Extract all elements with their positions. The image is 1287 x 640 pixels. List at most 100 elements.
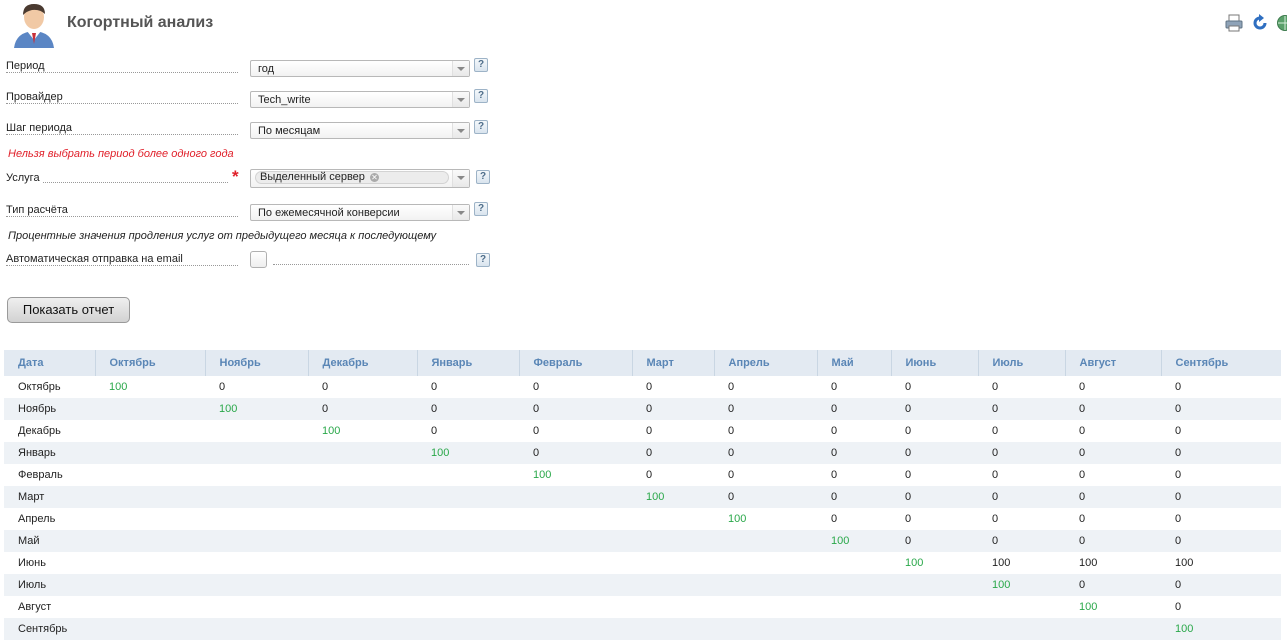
- row-date-cell: Сентябрь: [4, 618, 95, 640]
- column-header[interactable]: Сентябрь: [1161, 350, 1281, 376]
- table-cell: [417, 574, 519, 596]
- table-cell: [95, 552, 205, 574]
- table-cell: 100: [1065, 596, 1161, 618]
- service-tag: Выделенный сервер ✕: [255, 171, 449, 184]
- table-cell: 0: [978, 398, 1065, 420]
- table-cell: 0: [714, 398, 817, 420]
- table-cell: [205, 618, 308, 640]
- column-header[interactable]: Декабрь: [308, 350, 417, 376]
- column-header[interactable]: Дата: [4, 350, 95, 376]
- table-row: Август1000: [4, 596, 1281, 618]
- calc-type-row: Тип расчёта По ежемесячной конверсии ?: [0, 204, 500, 226]
- column-header[interactable]: Июль: [978, 350, 1065, 376]
- table-cell: 0: [205, 376, 308, 398]
- calc-type-select[interactable]: По ежемесячной конверсии: [250, 204, 470, 221]
- table-cell: 100: [978, 552, 1065, 574]
- table-cell: 0: [817, 376, 891, 398]
- help-icon[interactable]: ?: [474, 202, 488, 216]
- column-header[interactable]: Август: [1065, 350, 1161, 376]
- table-cell: 0: [1065, 464, 1161, 486]
- table-cell: 0: [519, 376, 632, 398]
- table-cell: [308, 596, 417, 618]
- chevron-down-icon[interactable]: [452, 92, 469, 107]
- table-cell: [308, 552, 417, 574]
- table-cell: [417, 464, 519, 486]
- table-cell: 0: [1161, 486, 1281, 508]
- refresh-icon[interactable]: [1251, 14, 1269, 32]
- table-cell: 0: [1065, 420, 1161, 442]
- table-cell: 0: [978, 508, 1065, 530]
- table-cell: [817, 552, 891, 574]
- table-cell: 0: [817, 486, 891, 508]
- column-header[interactable]: Ноябрь: [205, 350, 308, 376]
- table-cell: 0: [817, 464, 891, 486]
- show-report-button[interactable]: Показать отчет: [7, 297, 130, 323]
- row-date-cell: Декабрь: [4, 420, 95, 442]
- column-header[interactable]: Май: [817, 350, 891, 376]
- calc-type-select-value: По ежемесячной конверсии: [258, 207, 400, 219]
- column-header[interactable]: Июнь: [891, 350, 978, 376]
- period-select[interactable]: год: [250, 60, 470, 77]
- table-cell: [519, 530, 632, 552]
- row-date-cell: Февраль: [4, 464, 95, 486]
- globe-icon[interactable]: [1276, 14, 1287, 32]
- table-cell: 0: [891, 464, 978, 486]
- column-header[interactable]: Октябрь: [95, 350, 205, 376]
- table-cell: 0: [891, 442, 978, 464]
- column-header[interactable]: Январь: [417, 350, 519, 376]
- table-cell: [95, 486, 205, 508]
- chevron-down-icon[interactable]: [452, 170, 469, 187]
- table-cell: [417, 596, 519, 618]
- table-cell: 0: [1161, 442, 1281, 464]
- table-cell: 100: [417, 442, 519, 464]
- table-cell: 0: [1161, 508, 1281, 530]
- help-icon[interactable]: ?: [474, 58, 488, 72]
- service-multiselect[interactable]: Выделенный сервер ✕: [250, 169, 470, 188]
- table-cell: [95, 574, 205, 596]
- help-icon[interactable]: ?: [476, 253, 490, 267]
- table-cell: [891, 596, 978, 618]
- table-cell: [308, 464, 417, 486]
- auto-email-checkbox[interactable]: [250, 251, 267, 268]
- table-cell: 100: [817, 530, 891, 552]
- help-icon[interactable]: ?: [476, 170, 490, 184]
- table-cell: 0: [519, 420, 632, 442]
- table-cell: [714, 618, 817, 640]
- table-cell: [519, 574, 632, 596]
- help-icon[interactable]: ?: [474, 120, 488, 134]
- table-cell: [95, 596, 205, 618]
- table-cell: 0: [632, 398, 714, 420]
- table-row: Июнь100100100100: [4, 552, 1281, 574]
- table-cell: [308, 508, 417, 530]
- table-cell: [1065, 618, 1161, 640]
- chevron-down-icon[interactable]: [452, 205, 469, 220]
- column-header[interactable]: Апрель: [714, 350, 817, 376]
- label-dots: [273, 263, 469, 265]
- table-cell: 0: [308, 376, 417, 398]
- period-row: Период год ?: [0, 60, 500, 82]
- user-avatar-icon: [10, 2, 58, 48]
- row-date-cell: Август: [4, 596, 95, 618]
- period-label: Период: [6, 60, 47, 72]
- step-label: Шаг периода: [6, 122, 74, 134]
- table-cell: [519, 618, 632, 640]
- column-header[interactable]: Февраль: [519, 350, 632, 376]
- calc-type-hint: Процентные значения продления услуг от п…: [8, 230, 436, 242]
- chevron-down-icon[interactable]: [452, 123, 469, 138]
- table-cell: 0: [978, 376, 1065, 398]
- table-cell: [95, 618, 205, 640]
- print-icon[interactable]: [1225, 14, 1243, 32]
- row-date-cell: Июль: [4, 574, 95, 596]
- required-icon: *: [232, 167, 239, 187]
- table-cell: 0: [714, 464, 817, 486]
- table-cell: [417, 530, 519, 552]
- provider-select[interactable]: Tech_write: [250, 91, 470, 108]
- step-select[interactable]: По месяцам: [250, 122, 470, 139]
- table-cell: 0: [978, 442, 1065, 464]
- close-icon[interactable]: ✕: [370, 173, 379, 182]
- help-icon[interactable]: ?: [474, 89, 488, 103]
- column-header[interactable]: Март: [632, 350, 714, 376]
- chevron-down-icon[interactable]: [452, 61, 469, 76]
- cohort-table: ДатаОктябрьНоябрьДекабрьЯнварьФевральМар…: [4, 350, 1281, 640]
- row-date-cell: Май: [4, 530, 95, 552]
